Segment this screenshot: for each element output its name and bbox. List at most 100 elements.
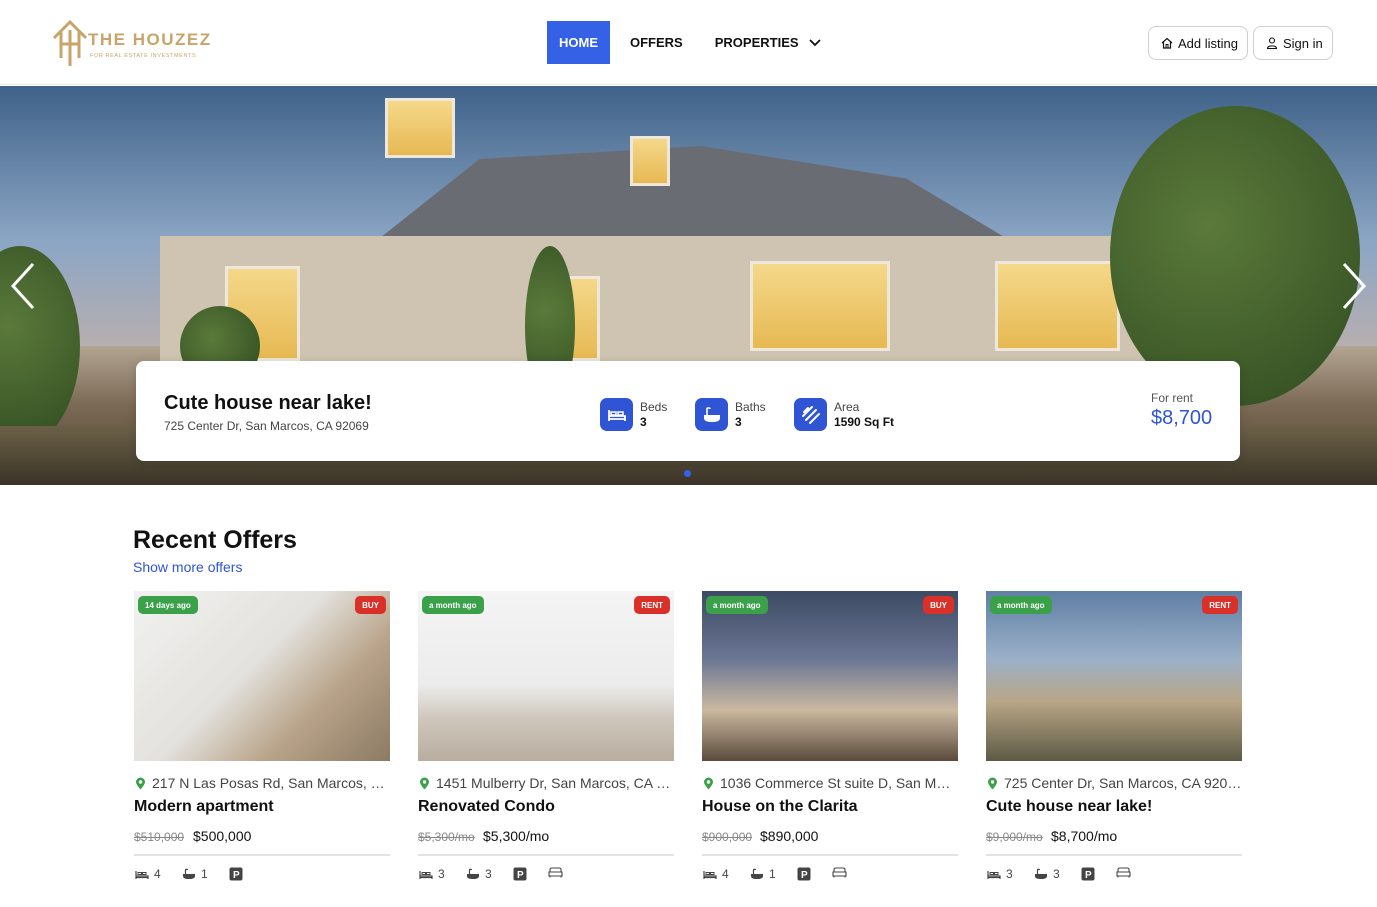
baths-amenity: 1	[750, 867, 776, 881]
hero-listing-address: 725 Center Dr, San Marcos, CA 92069	[164, 419, 369, 433]
parking-amenity: P	[1081, 867, 1100, 881]
offer-card[interactable]: 14 days ago BUY 217 N Las Posas Rd, San …	[134, 591, 390, 891]
add-listing-button[interactable]: Add listing	[1148, 26, 1248, 60]
carousel-next-button[interactable]	[1339, 261, 1369, 311]
divider	[134, 854, 390, 856]
furnished-amenity	[548, 867, 568, 878]
offer-card[interactable]: a month ago RENT 725 Center Dr, San Marc…	[986, 591, 1242, 891]
baths-count: 1	[769, 867, 776, 881]
offer-card[interactable]: a month ago BUY 1036 Commerce St suite D…	[702, 591, 958, 891]
parking-icon: P	[1081, 867, 1095, 881]
bath-icon	[751, 868, 763, 879]
offer-address: 1451 Mulberry Dr, San Marcos, CA 92069	[436, 775, 674, 791]
bath-icon	[1035, 868, 1047, 879]
hero-listing-card[interactable]: Cute house near lake! 725 Center Dr, San…	[136, 361, 1240, 461]
offer-address: 1036 Commerce St suite D, San Marcos, CA	[720, 775, 958, 791]
bed-icon	[987, 870, 1001, 879]
main-nav: HOME OFFERS PROPERTIES	[547, 21, 841, 64]
carousel-indicator[interactable]	[684, 470, 691, 477]
listing-type-badge: BUY	[355, 596, 386, 614]
sofa-icon	[548, 867, 563, 878]
bed-icon	[419, 870, 433, 879]
feature-value: 3	[735, 414, 742, 429]
sign-in-label: Sign in	[1283, 35, 1323, 51]
parking-icon: P	[513, 867, 527, 881]
beds-amenity: 3	[987, 867, 1013, 881]
offer-old-price: $9,000/mo	[986, 830, 1043, 844]
user-icon	[1266, 37, 1278, 49]
brand-name: THE HOUZEZ	[88, 30, 212, 49]
beds-amenity: 4	[703, 867, 729, 881]
listing-type-badge: RENT	[634, 596, 670, 614]
beds-count: 3	[438, 867, 445, 881]
beds-count: 4	[722, 867, 729, 881]
feature-label: Area	[834, 399, 860, 414]
brand-tagline: FOR REAL ESTATE INVESTMENTS	[90, 53, 197, 59]
hero-listing-title: Cute house near lake!	[164, 392, 372, 414]
chevron-left-icon	[10, 262, 35, 310]
offer-image[interactable]: a month ago RENT	[418, 591, 674, 761]
beds-count: 4	[154, 867, 161, 881]
svg-text:P: P	[233, 870, 240, 881]
bed-icon	[703, 870, 717, 879]
svg-text:P: P	[1085, 870, 1092, 881]
offer-price: $890,000	[760, 828, 819, 844]
nav-home[interactable]: HOME	[547, 21, 610, 64]
chevron-right-icon	[1342, 262, 1367, 310]
parking-icon: P	[797, 867, 811, 881]
furnished-amenity	[832, 867, 852, 878]
baths-count: 3	[1053, 867, 1060, 881]
hero-price-label: For rent	[1151, 391, 1194, 405]
carousel-prev-button[interactable]	[8, 261, 38, 311]
baths-amenity: 1	[182, 867, 208, 881]
offer-address: 217 N Las Posas Rd, San Marcos, CA 92078	[152, 775, 390, 791]
offer-price: $8,700/mo	[1051, 828, 1118, 844]
offer-title[interactable]: House on the Clarita	[702, 798, 858, 816]
time-badge: a month ago	[422, 596, 484, 614]
listing-type-badge: RENT	[1202, 596, 1238, 614]
sofa-icon	[1116, 867, 1131, 878]
offer-title[interactable]: Cute house near lake!	[986, 798, 1152, 816]
offer-old-price: $900,000	[702, 830, 753, 844]
beds-amenity: 3	[419, 867, 445, 881]
nav-properties[interactable]: PROPERTIES	[703, 21, 833, 64]
furnished-amenity	[1116, 867, 1136, 878]
nav-properties-label: PROPERTIES	[714, 35, 799, 50]
hero-carousel: Cute house near lake! 725 Center Dr, San…	[0, 86, 1377, 485]
baths-amenity: 3	[1034, 867, 1060, 881]
hero-feature-baths: Baths 3	[695, 398, 766, 431]
offer-image[interactable]: 14 days ago BUY	[134, 591, 390, 761]
nav-offers[interactable]: OFFERS	[618, 21, 695, 64]
hero-feature-area: Area 1590 Sq Ft	[794, 398, 894, 431]
offer-old-price: $5,300/mo	[418, 830, 475, 844]
section-title: Recent Offers	[133, 526, 297, 554]
offer-image[interactable]: a month ago BUY	[702, 591, 958, 761]
bath-icon	[467, 868, 479, 879]
baths-count: 3	[485, 867, 492, 881]
divider	[986, 854, 1242, 856]
parking-icon: P	[229, 867, 243, 881]
time-badge: 14 days ago	[138, 596, 198, 614]
offer-address: 725 Center Dr, San Marcos, CA 92069	[1004, 775, 1242, 791]
chevron-down-icon	[808, 35, 821, 50]
divider	[418, 854, 674, 856]
offer-old-price: $510,000	[134, 830, 185, 844]
bed-icon	[135, 870, 149, 879]
sofa-icon	[832, 867, 847, 878]
offer-card[interactable]: a month ago RENT 1451 Mulberry Dr, San M…	[418, 591, 674, 891]
offer-image[interactable]: a month ago RENT	[986, 591, 1242, 761]
bed-icon	[600, 398, 633, 431]
show-more-offers-link[interactable]: Show more offers	[133, 559, 242, 575]
svg-text:P: P	[517, 870, 524, 881]
offer-price: $5,300/mo	[483, 828, 550, 844]
sign-in-button[interactable]: Sign in	[1253, 26, 1333, 60]
offer-price: $500,000	[193, 828, 252, 844]
offer-title[interactable]: Renovated Condo	[418, 798, 555, 816]
brand-logo[interactable]: THE HOUZEZ FOR REAL ESTATE INVESTMENTS	[52, 18, 212, 68]
bath-icon	[183, 868, 195, 879]
offer-title[interactable]: Modern apartment	[134, 798, 274, 816]
area-icon	[794, 398, 827, 431]
parking-amenity: P	[229, 867, 248, 881]
site-header: THE HOUZEZ FOR REAL ESTATE INVESTMENTS H…	[0, 0, 1377, 85]
add-listing-label: Add listing	[1178, 35, 1238, 51]
